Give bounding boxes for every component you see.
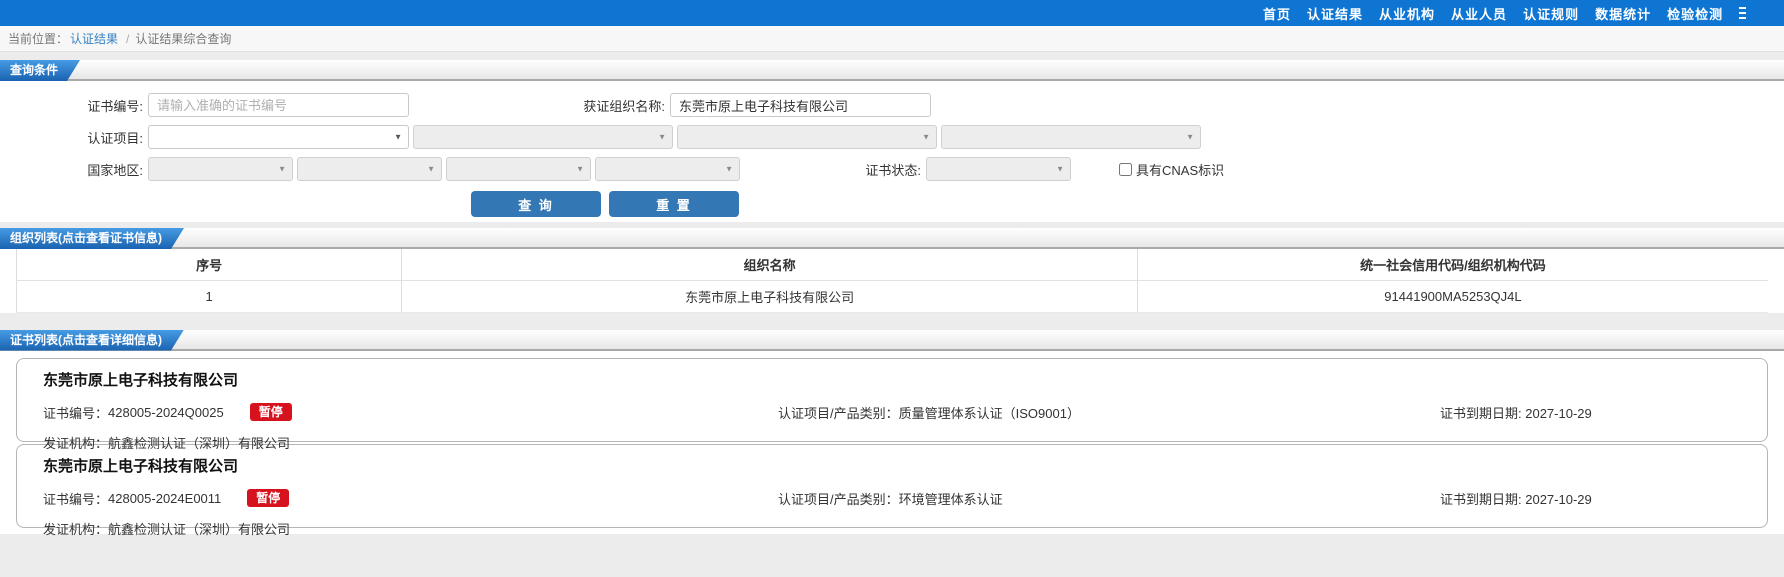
cert-expire-group: 证书到期日期: 2027-10-29 — [1440, 403, 1592, 422]
nav-item-partial[interactable] — [1739, 6, 1747, 20]
chevron-down-icon: ▼ — [1186, 132, 1194, 142]
issuer-field-label: 发证机构： — [43, 435, 109, 451]
cert-no-input[interactable] — [148, 93, 409, 117]
table-row[interactable]: 1 东莞市原上电子科技有限公司 91441900MA5253QJ4L — [16, 280, 1768, 313]
nav-item-rules[interactable]: 认证规则 — [1523, 4, 1579, 23]
cell-credit-code: 91441900MA5253QJ4L — [1137, 280, 1768, 313]
query-form-panel: 证书编号: 获证组织名称: 认证项目: ▼ ▼ ▼ ▼ 国家地区: ▼ ▼ ▼ … — [0, 81, 1784, 222]
search-button[interactable]: 查 询 — [471, 191, 601, 217]
breadcrumb-prefix: 当前位置： — [8, 32, 69, 46]
form-row-3: 国家地区: ▼ ▼ ▼ ▼ 证书状态: ▼ 具有CNAS标识 — [0, 157, 1784, 181]
cert-card[interactable]: 东莞市原上电子科技有限公司 证书编号： 428005-2024Q0025 暂停 认… — [16, 357, 1768, 451]
cert-no-field-label: 证书编号： — [43, 491, 109, 507]
project-value: 环境管理体系认证 — [898, 491, 1003, 507]
chevron-down-icon: ▼ — [576, 164, 584, 174]
cert-no-value: 428005-2024Q0025 — [108, 404, 224, 420]
form-row-1: 证书编号: 获证组织名称: — [0, 93, 1784, 117]
expire-field-label: 证书到期日期: — [1440, 405, 1526, 421]
nav-item-inspection[interactable]: 检验检测 — [1667, 4, 1723, 23]
chevron-down-icon: ▼ — [278, 164, 286, 174]
issuer-value: 航鑫检测认证（深圳）有限公司 — [108, 435, 291, 451]
expire-value: 2027-10-29 — [1525, 405, 1592, 421]
nav-item-practitioners[interactable]: 从业人员 — [1451, 4, 1507, 23]
cert-project-group: 认证项目/产品类别：环境管理体系认证 — [778, 489, 1003, 508]
org-list-section-tab: 组织列表(点击查看证书信息) — [0, 228, 184, 249]
cert-list-panel: 东莞市原上电子科技有限公司 证书编号： 428005-2024Q0025 暂停 认… — [0, 350, 1784, 537]
form-row-2: 认证项目: ▼ ▼ ▼ ▼ — [0, 125, 1784, 149]
project-label: 认证项目: — [87, 130, 143, 146]
project-select-1[interactable]: ▼ — [148, 125, 409, 149]
cert-list-section-bar: 证书列表(点击查看详细信息) — [0, 329, 1784, 351]
nav-item-cert-results[interactable]: 认证结果 — [1307, 4, 1363, 23]
project-select-3: ▼ — [677, 125, 937, 149]
nav-item-agencies[interactable]: 从业机构 — [1379, 4, 1435, 23]
cert-no-label: 证书编号: — [87, 98, 143, 114]
chevron-down-icon: ▼ — [427, 164, 435, 174]
chevron-down-icon: ▼ — [725, 164, 733, 174]
breadcrumb-separator: / — [126, 31, 130, 46]
org-name-label: 获证组织名称: — [583, 98, 665, 114]
cert-card[interactable]: 东莞市原上电子科技有限公司 证书编号： 428005-2024E0011 暂停 认… — [16, 443, 1768, 537]
breadcrumb-current: 认证结果综合查询 — [135, 32, 232, 46]
cert-expire-group: 证书到期日期: 2027-10-29 — [1440, 489, 1592, 508]
cert-info-row: 证书编号： 428005-2024Q0025 暂停 认证项目/产品类别：质量管理体… — [43, 403, 1741, 422]
nav-menu: 首页 认证结果 从业机构 从业人员 认证规则 数据统计 检验检测 — [1263, 0, 1747, 26]
col-header-credit-code: 统一社会信用代码/组织机构代码 — [1137, 249, 1768, 281]
project-select-2: ▼ — [413, 125, 673, 149]
expire-value: 2027-10-29 — [1525, 491, 1592, 507]
issuer-value: 航鑫检测认证（深圳）有限公司 — [108, 521, 291, 537]
cert-no-group: 证书编号： 428005-2024E0011 暂停 — [43, 489, 290, 508]
reset-button[interactable]: 重 置 — [609, 191, 739, 217]
chevron-down-icon: ▼ — [922, 132, 930, 142]
cert-project-group: 认证项目/产品类别：质量管理体系认证（ISO9001） — [778, 403, 1080, 422]
project-value: 质量管理体系认证（ISO9001） — [898, 405, 1080, 421]
project-field-label: 认证项目/产品类别： — [778, 405, 899, 421]
nav-item-statistics[interactable]: 数据统计 — [1595, 4, 1651, 23]
project-select-4: ▼ — [941, 125, 1201, 149]
issuer-field-label: 发证机构： — [43, 521, 109, 537]
org-table: 序号 组织名称 统一社会信用代码/组织机构代码 1 东莞市原上电子科技有限公司 … — [16, 249, 1768, 313]
breadcrumb: 当前位置： 认证结果 / 认证结果综合查询 — [0, 26, 1784, 52]
cert-list-section-tab: 证书列表(点击查看详细信息) — [0, 330, 184, 351]
chevron-down-icon: ▼ — [1056, 164, 1064, 174]
cnas-checkbox[interactable] — [1119, 162, 1132, 176]
cnas-checkbox-group: 具有CNAS标识 — [1119, 160, 1224, 179]
button-row: 查 询 重 置 — [0, 191, 1210, 217]
region-label: 国家地区: — [87, 162, 143, 178]
region-select-2: ▼ — [297, 157, 442, 181]
cert-no-value: 428005-2024E0011 — [108, 490, 222, 506]
status-label: 证书状态: — [865, 162, 921, 178]
nav-item-home[interactable]: 首页 — [1263, 4, 1291, 23]
cert-info-row: 证书编号： 428005-2024E0011 暂停 认证项目/产品类别：环境管理体… — [43, 489, 1741, 508]
col-header-org-name: 组织名称 — [401, 249, 1138, 281]
top-navbar: 首页 认证结果 从业机构 从业人员 认证规则 数据统计 检验检测 — [0, 0, 1784, 26]
region-select-3: ▼ — [446, 157, 591, 181]
cert-org-name: 东莞市原上电子科技有限公司 — [43, 457, 239, 475]
cert-org-name: 东莞市原上电子科技有限公司 — [43, 371, 239, 389]
status-select: ▼ — [926, 157, 1071, 181]
cert-no-group: 证书编号： 428005-2024Q0025 暂停 — [43, 403, 292, 422]
org-list-section-bar: 组织列表(点击查看证书信息) — [0, 228, 1784, 249]
cell-org-name: 东莞市原上电子科技有限公司 — [401, 280, 1138, 313]
cell-index: 1 — [16, 280, 403, 313]
cert-no-field-label: 证书编号： — [43, 405, 109, 421]
project-field-label: 认证项目/产品类别： — [778, 491, 899, 507]
status-badge: 暂停 — [247, 489, 290, 507]
query-section-tab: 查询条件 — [0, 60, 80, 81]
query-section-bar: 查询条件 — [0, 60, 1784, 81]
expire-field-label: 证书到期日期: — [1440, 491, 1526, 507]
org-list-panel: 序号 组织名称 统一社会信用代码/组织机构代码 1 东莞市原上电子科技有限公司 … — [0, 249, 1784, 313]
region-select-4: ▼ — [595, 157, 740, 181]
cnas-label: 具有CNAS标识 — [1136, 162, 1225, 178]
chevron-down-icon: ▼ — [658, 132, 666, 142]
cert-issuer-row: 发证机构：航鑫检测认证（深圳）有限公司 — [43, 519, 1741, 538]
status-badge: 暂停 — [249, 403, 292, 421]
org-table-header-row: 序号 组织名称 统一社会信用代码/组织机构代码 — [16, 249, 1768, 281]
chevron-down-icon: ▼ — [394, 132, 402, 142]
region-select-1: ▼ — [148, 157, 293, 181]
breadcrumb-link-cert-results[interactable]: 认证结果 — [70, 30, 118, 47]
org-name-input[interactable] — [670, 93, 931, 117]
col-header-index: 序号 — [16, 249, 403, 281]
